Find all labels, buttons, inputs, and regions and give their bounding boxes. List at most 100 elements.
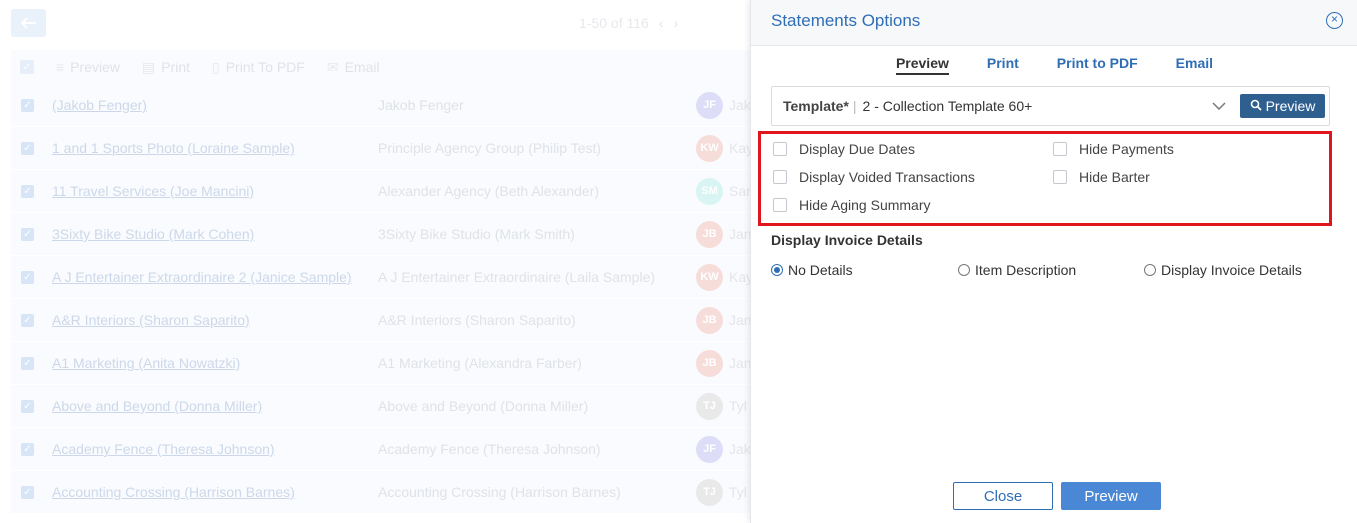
tab-preview[interactable]: Preview bbox=[895, 55, 949, 75]
radio-no-details[interactable]: No Details bbox=[771, 262, 853, 278]
row-owner: Jan bbox=[729, 355, 750, 371]
hide-payments-label: Hide Payments bbox=[1079, 141, 1174, 157]
hide-aging-summary-label: Hide Aging Summary bbox=[799, 197, 931, 213]
row-name-link[interactable]: 1 and 1 Sports Photo (Loraine Sample) bbox=[52, 140, 295, 156]
option-hide-payments[interactable]: Hide Payments bbox=[1053, 141, 1174, 157]
row-checkbox[interactable]: ✓ bbox=[21, 184, 34, 198]
row-checkbox[interactable]: ✓ bbox=[21, 227, 34, 241]
avatar: TJ bbox=[696, 392, 723, 420]
close-icon[interactable]: × bbox=[1326, 12, 1343, 29]
search-icon bbox=[1250, 98, 1262, 114]
toolbar-preview[interactable]: ≡ Preview bbox=[56, 59, 120, 75]
hide-payments-checkbox[interactable] bbox=[1053, 142, 1067, 156]
radio-display-invoice-details[interactable]: Display Invoice Details bbox=[1144, 262, 1302, 278]
tab-print-to-pdf[interactable]: Print to PDF bbox=[1057, 55, 1138, 75]
option-display-due-dates[interactable]: Display Due Dates bbox=[773, 141, 915, 157]
chevron-right-icon[interactable]: › bbox=[673, 15, 678, 31]
printer-icon: ▤ bbox=[141, 58, 156, 75]
panel-header: Statements Options × bbox=[751, 0, 1357, 46]
tab-email[interactable]: Email bbox=[1176, 55, 1213, 75]
option-hide-aging-summary[interactable]: Hide Aging Summary bbox=[773, 197, 931, 213]
option-display-voided-transactions[interactable]: Display Voided Transactions bbox=[773, 169, 975, 185]
row-checkbox[interactable]: ✓ bbox=[21, 98, 34, 112]
hide-barter-label: Hide Barter bbox=[1079, 169, 1150, 185]
template-select[interactable]: Template* | 2 - Collection Template 60+ … bbox=[771, 86, 1330, 126]
display-due-dates-checkbox[interactable] bbox=[773, 142, 787, 156]
statement-rows: ✓ (Jakob Fenger) Jakob Fenger JF Jak ✓ 1 and … bbox=[11, 84, 750, 514]
display-voided-transactions-checkbox[interactable] bbox=[773, 170, 787, 184]
statement-list-background: 1-50 of 116 ‹ › ✓ ≡ Preview ▤ Print ▯ Pr… bbox=[0, 0, 750, 523]
table-row[interactable]: ✓ 1 and 1 Sports Photo (Loraine Sample) Pr… bbox=[11, 127, 750, 170]
row-checkbox[interactable]: ✓ bbox=[21, 399, 34, 413]
row-checkbox[interactable]: ✓ bbox=[21, 313, 34, 327]
arrow-left-icon bbox=[20, 17, 36, 29]
row-agency: Academy Fence (Theresa Johnson) bbox=[378, 441, 601, 457]
row-checkbox[interactable]: ✓ bbox=[21, 141, 34, 155]
table-row[interactable]: ✓ 11 Travel Services (Joe Mancini) Alexand… bbox=[11, 170, 750, 213]
toolbar-print-to-pdf[interactable]: ▯ Print To PDF bbox=[212, 59, 305, 76]
row-checkbox[interactable]: ✓ bbox=[21, 442, 34, 456]
toolbar-email[interactable]: ✉ Email bbox=[327, 59, 380, 76]
pdf-icon: ▯ bbox=[212, 58, 220, 75]
template-preview-label: Preview bbox=[1265, 98, 1316, 114]
template-preview-button[interactable]: Preview bbox=[1240, 94, 1325, 118]
row-agency: Alexander Agency (Beth Alexander) bbox=[378, 183, 600, 199]
toolbar-print-label: Print bbox=[161, 59, 190, 75]
table-row[interactable]: ✓ A1 Marketing (Anita Nowatzki) A1 Marketi… bbox=[11, 342, 750, 385]
hide-aging-summary-checkbox[interactable] bbox=[773, 198, 787, 212]
chevron-down-icon[interactable] bbox=[1212, 99, 1226, 113]
row-owner: Sar bbox=[729, 183, 750, 199]
table-row[interactable]: ✓ A J Entertainer Extraordinaire 2 (Janic… bbox=[11, 256, 750, 299]
row-name-link[interactable]: 3Sixty Bike Studio (Mark Cohen) bbox=[52, 226, 254, 242]
avatar: JF bbox=[696, 91, 723, 119]
radio-item-description-button[interactable] bbox=[958, 264, 970, 276]
close-button[interactable]: Close bbox=[953, 482, 1053, 510]
table-row[interactable]: ✓ Academy Fence (Theresa Johnson) Academy … bbox=[11, 428, 750, 471]
row-agency: Above and Beyond (Donna Miller) bbox=[378, 398, 589, 414]
hide-barter-checkbox[interactable] bbox=[1053, 170, 1067, 184]
row-name-link[interactable]: 11 Travel Services (Joe Mancini) bbox=[52, 183, 254, 199]
row-checkbox[interactable]: ✓ bbox=[21, 270, 34, 284]
radio-item-description-label: Item Description bbox=[975, 262, 1077, 278]
template-separator: | bbox=[852, 98, 857, 114]
radio-item-description[interactable]: Item Description bbox=[958, 262, 1076, 278]
table-row[interactable]: ✓ A&R Interiors (Sharon Saparito) A&R Inte… bbox=[11, 299, 750, 342]
row-name-link[interactable]: Above and Beyond (Donna Miller) bbox=[52, 398, 262, 414]
row-owner: Jak bbox=[729, 441, 750, 457]
back-button[interactable] bbox=[11, 9, 46, 37]
table-row[interactable]: ✓ Accounting Crossing (Harrison Barnes) Ac… bbox=[11, 471, 750, 514]
row-name-link[interactable]: Academy Fence (Theresa Johnson) bbox=[52, 441, 275, 457]
select-all-checkbox[interactable]: ✓ bbox=[20, 60, 34, 74]
template-label: Template* bbox=[783, 98, 849, 114]
row-name-link[interactable]: A&R Interiors (Sharon Saparito) bbox=[52, 312, 250, 328]
display-due-dates-label: Display Due Dates bbox=[799, 141, 915, 157]
row-checkbox[interactable]: ✓ bbox=[21, 356, 34, 370]
row-agency: 3Sixty Bike Studio (Mark Smith) bbox=[378, 226, 575, 242]
table-row[interactable]: ✓ (Jakob Fenger) Jakob Fenger JF Jak bbox=[11, 84, 750, 127]
avatar: SM bbox=[696, 177, 723, 205]
row-name-link[interactable]: A J Entertainer Extraordinaire 2 (Janice… bbox=[52, 269, 352, 285]
row-name-link[interactable]: A1 Marketing (Anita Nowatzki) bbox=[52, 355, 240, 371]
row-owner: Kay bbox=[729, 269, 750, 285]
output-tabs: Preview Print Print to PDF Email bbox=[751, 55, 1357, 75]
row-owner: Jan bbox=[729, 312, 750, 328]
radio-display-invoice-details-button[interactable] bbox=[1144, 264, 1156, 276]
template-value: 2 - Collection Template 60+ bbox=[862, 98, 1033, 114]
tab-print[interactable]: Print bbox=[987, 55, 1019, 75]
preview-button[interactable]: Preview bbox=[1061, 482, 1161, 510]
chevron-left-icon[interactable]: ‹ bbox=[659, 15, 664, 31]
toolbar-print-to-pdf-label: Print To PDF bbox=[225, 59, 305, 75]
toolbar-preview-label: Preview bbox=[70, 59, 120, 75]
toolbar-print[interactable]: ▤ Print bbox=[142, 59, 190, 76]
table-row[interactable]: ✓ 3Sixty Bike Studio (Mark Cohen) 3Sixty B… bbox=[11, 213, 750, 256]
row-checkbox[interactable]: ✓ bbox=[21, 485, 34, 499]
radio-no-details-label: No Details bbox=[788, 262, 853, 278]
option-hide-barter[interactable]: Hide Barter bbox=[1053, 169, 1150, 185]
row-name-link[interactable]: Accounting Crossing (Harrison Barnes) bbox=[52, 484, 295, 500]
row-name-link[interactable]: (Jakob Fenger) bbox=[52, 97, 147, 113]
radio-no-details-button[interactable] bbox=[771, 264, 783, 276]
row-owner: Jan bbox=[729, 226, 750, 242]
envelope-icon: ✉ bbox=[326, 58, 339, 75]
avatar: JB bbox=[696, 306, 723, 334]
table-row[interactable]: ✓ Above and Beyond (Donna Miller) Above an… bbox=[11, 385, 750, 428]
